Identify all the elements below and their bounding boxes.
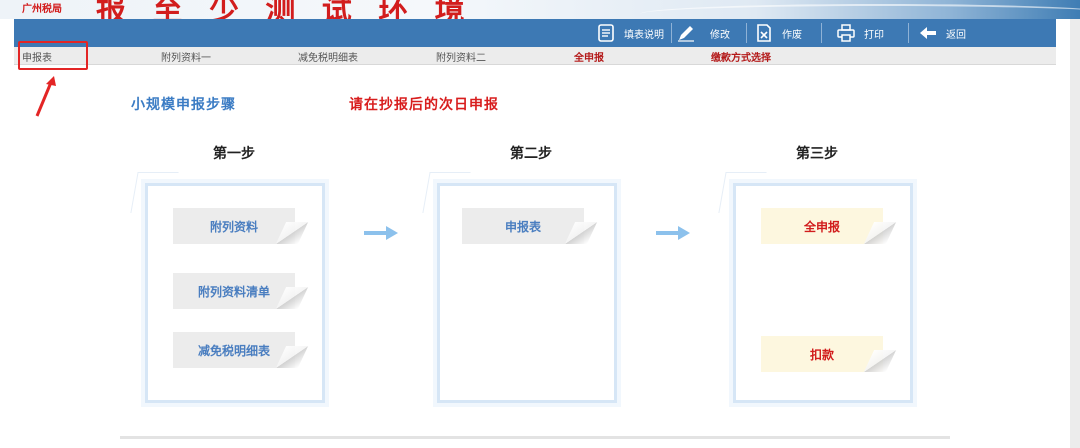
void-document-icon [754, 23, 774, 43]
tab-attachment-one[interactable]: 附列资料一 [161, 49, 211, 64]
deduction-card-label: 扣款 [809, 347, 834, 362]
full-declaration-card[interactable]: 全申报 [761, 208, 883, 244]
print-button[interactable]: 打印 [836, 21, 884, 45]
attachment-card-label: 附列资料 [209, 219, 258, 234]
pencil-icon [676, 23, 696, 43]
fill-instructions-label: 填表说明 [624, 29, 664, 41]
toolbar-divider [746, 23, 747, 43]
toolbar-divider [821, 23, 822, 43]
step-three-panel: 全申报 扣款 [733, 183, 913, 403]
declaration-form-card[interactable]: 申报表 [462, 208, 584, 244]
toolbar-divider [671, 23, 672, 43]
banner-title: 报 至 少 测 试 环 境 [96, 0, 473, 19]
step-one-panel: 附列资料 附列资料清单 减免税明细表 [145, 183, 325, 403]
scrollbar[interactable] [1070, 19, 1080, 448]
flow-arrow-icon [364, 226, 398, 240]
attachment-list-card[interactable]: 附列资料清单 [173, 273, 295, 309]
step-three-label: 第三步 [796, 146, 838, 162]
toolbar: 填表说明 修改 作废 打印 返回 [14, 19, 1056, 47]
pointer-arrow-icon [35, 76, 56, 117]
tab-tax-exemption-detail[interactable]: 减免税明细表 [298, 49, 358, 64]
top-banner: 广州税局 报 至 少 测 试 环 境 [0, 0, 1080, 19]
declaration-notice: 请在抄报后的次日申报 [349, 97, 499, 113]
full-declaration-card-label: 全申报 [803, 219, 840, 234]
tax-exemption-card-label: 减免税明细表 [197, 343, 270, 358]
tab-full-declaration[interactable]: 全申报 [574, 49, 604, 64]
tax-exemption-card[interactable]: 减免税明细表 [173, 332, 295, 368]
tab-attachment-two[interactable]: 附列资料二 [436, 49, 486, 64]
step-two-label: 第二步 [510, 146, 552, 162]
back-label: 返回 [946, 29, 966, 41]
void-button[interactable]: 作废 [754, 21, 802, 45]
step-two-panel: 申报表 [437, 183, 617, 403]
banner-decoration [640, 4, 1080, 19]
printer-icon [836, 23, 856, 43]
attachment-card[interactable]: 附列资料 [173, 208, 295, 244]
fill-instructions-button[interactable]: 填表说明 [596, 21, 664, 45]
back-button[interactable]: 返回 [918, 21, 966, 45]
back-arrow-icon [918, 23, 938, 43]
void-label: 作废 [782, 29, 802, 41]
edit-label: 修改 [710, 29, 730, 41]
bottom-divider [120, 436, 950, 439]
tab-highlight-box [18, 41, 88, 70]
edit-button[interactable]: 修改 [676, 21, 730, 45]
attachment-list-card-label: 附列资料清单 [197, 284, 270, 299]
document-icon [596, 23, 616, 43]
tab-bar: 申报表 附列资料一 减免税明细表 附列资料二 全申报 缴款方式选择 [14, 47, 1056, 65]
steps-title: 小规模申报步骤 [131, 97, 236, 113]
banner-subtitle: 广州税局 [22, 4, 62, 15]
step-one-label: 第一步 [213, 146, 255, 162]
toolbar-divider [908, 23, 909, 43]
tab-payment-method[interactable]: 缴款方式选择 [711, 49, 771, 64]
flow-arrow-icon [656, 226, 690, 240]
print-label: 打印 [864, 29, 884, 41]
declaration-form-card-label: 申报表 [504, 219, 541, 234]
deduction-card[interactable]: 扣款 [761, 336, 883, 372]
